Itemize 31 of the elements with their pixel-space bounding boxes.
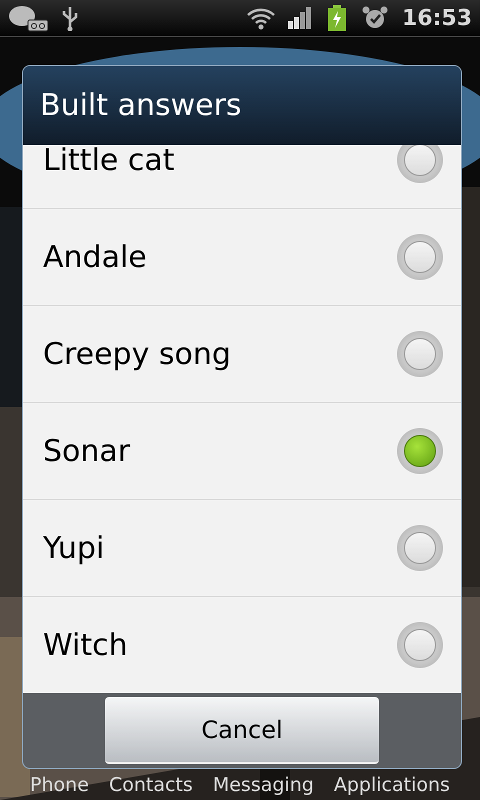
list-item[interactable]: Sonar (23, 403, 461, 500)
option-label: Andale (43, 238, 147, 276)
option-label: Little cat (43, 145, 175, 180)
wifi-icon (246, 6, 276, 30)
option-label: Yupi (43, 530, 104, 568)
dock-label[interactable]: Applications (334, 774, 450, 796)
dock-label[interactable]: Messaging (212, 774, 314, 796)
dock-label[interactable]: Contacts (108, 774, 193, 796)
alarm-clock-icon (362, 5, 388, 31)
radio-button[interactable] (397, 331, 443, 377)
radio-button[interactable] (397, 145, 443, 183)
radio-button[interactable] (397, 428, 443, 474)
list-item[interactable]: Yupi (23, 500, 461, 597)
dialog-title: Built answers (40, 87, 242, 125)
list-item[interactable]: Creepy song (23, 306, 461, 403)
signal-icon (288, 7, 312, 29)
battery-charging-icon (328, 5, 346, 31)
usb-icon (62, 5, 78, 31)
cancel-button[interactable]: Cancel (105, 697, 379, 764)
list-item[interactable]: Andale (23, 209, 461, 306)
list-item[interactable]: Witch (23, 597, 461, 693)
radio-button[interactable] (397, 234, 443, 280)
option-label: Sonar (43, 432, 130, 470)
clock-time: 16:53 (402, 4, 472, 32)
radio-button[interactable] (397, 622, 443, 668)
option-label: Creepy song (43, 336, 231, 374)
list-item[interactable]: Little cat (23, 145, 461, 209)
voicemail-icon (8, 4, 48, 32)
radio-button[interactable] (397, 525, 443, 571)
option-label: Witch (43, 626, 128, 664)
dock-label[interactable]: Phone (30, 774, 89, 796)
